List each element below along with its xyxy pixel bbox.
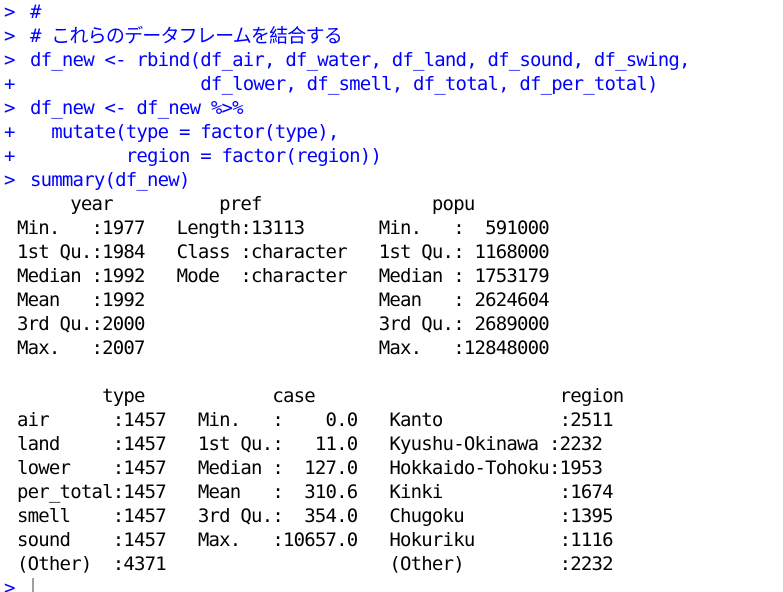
output-line: air :1457 Min. : 0.0 Kanto :2511: [0, 408, 783, 432]
continuation-symbol: +: [4, 73, 15, 95]
prompt-symbol: >: [4, 577, 15, 592]
command-line-6: + mutate(type = factor(type),: [0, 120, 783, 144]
output-line: Median :1992 Mode :character Median : 17…: [0, 264, 783, 288]
r-console[interactable]: > # > # これらのデータフレームを結合する > df_new <- rbi…: [0, 0, 783, 592]
text-cursor: [32, 578, 34, 592]
output-text: lower :1457 Median : 127.0 Hokkaido-Toho…: [17, 457, 624, 479]
output-line: Max. :2007 Max. :12848000: [0, 336, 783, 360]
output-text: Mean :1992 Mean : 2624604: [17, 289, 571, 311]
active-prompt-line[interactable]: >: [0, 576, 783, 592]
command-line-3: > df_new <- rbind(df_air, df_water, df_l…: [0, 48, 783, 72]
command-text: summary(df_new): [30, 169, 190, 191]
prompt-symbol: >: [4, 1, 15, 23]
command-line-4: + df_lower, df_smell, df_total, df_per_t…: [0, 72, 783, 96]
command-text: region = factor(region)): [30, 145, 382, 167]
output-blank-line: [0, 360, 783, 384]
output-line: lower :1457 Median : 127.0 Hokkaido-Toho…: [0, 456, 783, 480]
command-line-8: > summary(df_new): [0, 168, 783, 192]
prompt-symbol: >: [4, 25, 15, 47]
output-text: 1st Qu.:1984 Class :character 1st Qu.: 1…: [17, 241, 571, 263]
output-line: per_total:1457 Mean : 310.6 Kinki :1674: [0, 480, 783, 504]
command-text: df_new <- df_new %>%: [30, 97, 244, 119]
command-line-7: + region = factor(region)): [0, 144, 783, 168]
output-text: (Other) :4371 (Other) :2232: [17, 553, 635, 575]
prompt-symbol: >: [4, 169, 15, 191]
continuation-symbol: +: [4, 121, 15, 143]
prompt-symbol: >: [4, 97, 15, 119]
output-line: land :1457 1st Qu.: 11.0 Kyushu-Okinawa …: [0, 432, 783, 456]
output-text: sound :1457 Max. :10657.0 Hokuriku :1116: [17, 529, 635, 551]
output-text: 3rd Qu.:2000 3rd Qu.: 2689000: [17, 313, 571, 335]
output-text: Median :1992 Mode :character Median : 17…: [17, 265, 571, 287]
output-line: Min. :1977 Length:13113 Min. : 591000: [0, 216, 783, 240]
output-text: Max. :2007 Max. :12848000: [17, 337, 571, 359]
prompt-symbol: >: [4, 49, 15, 71]
command-line-2: > # これらのデータフレームを結合する: [0, 24, 783, 48]
output-line: Mean :1992 Mean : 2624604: [0, 288, 783, 312]
command-text: df_new <- rbind(df_air, df_water, df_lan…: [30, 49, 690, 71]
command-text: mutate(type = factor(type),: [30, 121, 339, 143]
output-line: 3rd Qu.:2000 3rd Qu.: 2689000: [0, 312, 783, 336]
output-line: sound :1457 Max. :10657.0 Hokuriku :1116: [0, 528, 783, 552]
command-line-1: > #: [0, 0, 783, 24]
command-text: # これらのデータフレームを結合する: [30, 25, 343, 47]
output-line: 1st Qu.:1984 Class :character 1st Qu.: 1…: [0, 240, 783, 264]
command-text: #: [30, 1, 41, 23]
output-text: year pref popu: [17, 193, 571, 215]
output-text: per_total:1457 Mean : 310.6 Kinki :1674: [17, 481, 635, 503]
output-text: land :1457 1st Qu.: 11.0 Kyushu-Okinawa …: [17, 433, 624, 455]
output-line: smell :1457 3rd Qu.: 354.0 Chugoku :1395: [0, 504, 783, 528]
output-text: smell :1457 3rd Qu.: 354.0 Chugoku :1395: [17, 505, 635, 527]
command-line-5: > df_new <- df_new %>%: [0, 96, 783, 120]
output-text: air :1457 Min. : 0.0 Kanto :2511: [17, 409, 635, 431]
output-line: (Other) :4371 (Other) :2232: [0, 552, 783, 576]
continuation-symbol: +: [4, 145, 15, 167]
command-text: df_lower, df_smell, df_total, df_per_tot…: [30, 73, 658, 95]
output-text: Min. :1977 Length:13113 Min. : 591000: [17, 217, 571, 239]
output-line: year pref popu: [0, 192, 783, 216]
output-line: type case region: [0, 384, 783, 408]
output-text: type case region: [17, 385, 666, 407]
